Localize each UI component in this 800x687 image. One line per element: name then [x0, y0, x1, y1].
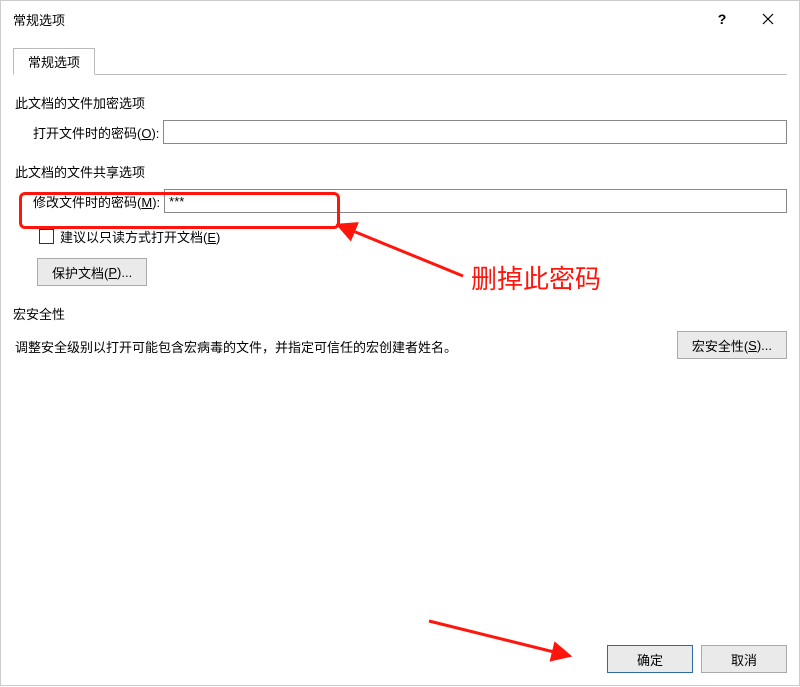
tabstrip: 常规选项	[13, 47, 787, 75]
ok-button[interactable]: 确定	[607, 645, 693, 673]
help-icon: ?	[718, 11, 727, 27]
close-button[interactable]	[745, 4, 791, 34]
macro-description: 调整安全级别以打开可能包含宏病毒的文件，并指定可信任的宏创建者姓名。	[15, 331, 669, 356]
cancel-button[interactable]: 取消	[701, 645, 787, 673]
titlebar: 常规选项 ?	[1, 1, 799, 37]
open-password-input[interactable]	[163, 120, 787, 144]
readonly-recommend-checkbox[interactable]: 建议以只读方式打开文档(E)	[39, 227, 787, 246]
modify-password-label: 修改文件时的密码(M):	[33, 192, 160, 211]
section-encrypt-heading: 此文档的文件加密选项	[15, 93, 787, 112]
readonly-recommend-label: 建议以只读方式打开文档(E)	[60, 227, 220, 246]
macro-row: 调整安全级别以打开可能包含宏病毒的文件，并指定可信任的宏创建者姓名。 宏安全性(…	[15, 331, 787, 359]
open-password-label: 打开文件时的密码(O):	[33, 123, 159, 142]
tab-general-options[interactable]: 常规选项	[13, 48, 95, 75]
dialog-footer: 确定 取消	[1, 633, 799, 685]
open-password-row: 打开文件时的密码(O):	[33, 120, 787, 144]
section-macro-heading: 宏安全性	[13, 304, 787, 323]
modify-password-row: 修改文件时的密码(M):	[33, 189, 787, 213]
close-icon	[762, 13, 774, 25]
window-title: 常规选项	[9, 10, 699, 29]
checkbox-icon	[39, 229, 54, 244]
help-button[interactable]: ?	[699, 4, 745, 34]
macro-security-button[interactable]: 宏安全性(S)...	[677, 331, 787, 359]
protect-document-button[interactable]: 保护文档(P)...	[37, 258, 147, 286]
modify-password-input[interactable]	[164, 189, 787, 213]
section-share-heading: 此文档的文件共享选项	[15, 162, 787, 181]
